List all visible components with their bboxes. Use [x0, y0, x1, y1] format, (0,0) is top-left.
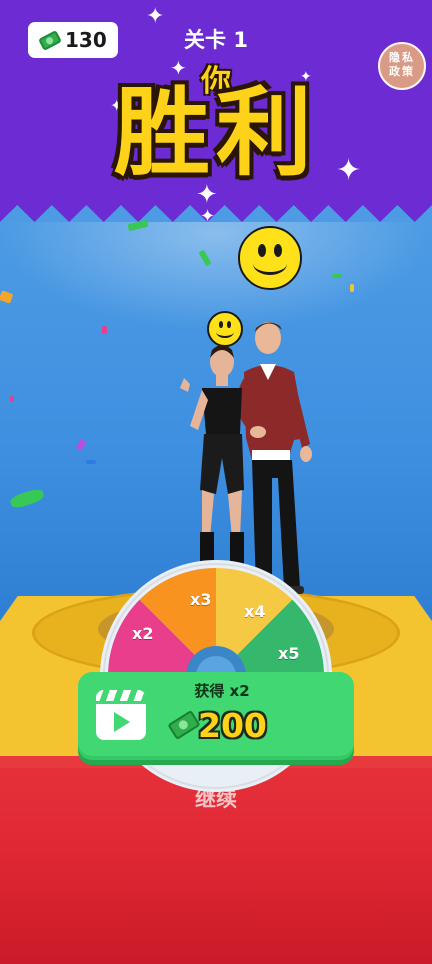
reward-multiplier-label: 获得 x2	[194, 682, 250, 700]
privacy-label: 政策	[389, 65, 415, 78]
privacy-label: 隐私	[389, 51, 415, 64]
confetti	[86, 460, 96, 464]
confetti	[10, 396, 14, 402]
multiplier-x2: x2	[132, 624, 154, 643]
cash-icon	[167, 709, 201, 741]
sparkle-icon: ✦	[200, 206, 216, 227]
smiley-emoji-icon	[238, 226, 302, 290]
multiplier-x3: x3	[190, 590, 212, 609]
multiplier-x4: x4	[244, 602, 266, 621]
money-amount: 130	[65, 28, 107, 52]
watch-video-reward-button[interactable]: 获得 x2 200	[78, 672, 354, 760]
privacy-policy-button[interactable]: 隐私 政策	[378, 42, 426, 90]
money-counter: 130	[28, 22, 118, 58]
confetti	[102, 326, 107, 334]
carpet-shade	[0, 860, 432, 964]
level-title: 关卡 1	[184, 28, 248, 52]
video-ad-icon	[96, 690, 146, 740]
victory-title: 胜利	[114, 77, 318, 189]
confetti	[332, 274, 342, 278]
multiplier-x5: x5	[278, 644, 300, 663]
confetti	[350, 284, 354, 292]
reward-amount: 200	[198, 706, 267, 745]
cash-icon	[38, 29, 62, 51]
